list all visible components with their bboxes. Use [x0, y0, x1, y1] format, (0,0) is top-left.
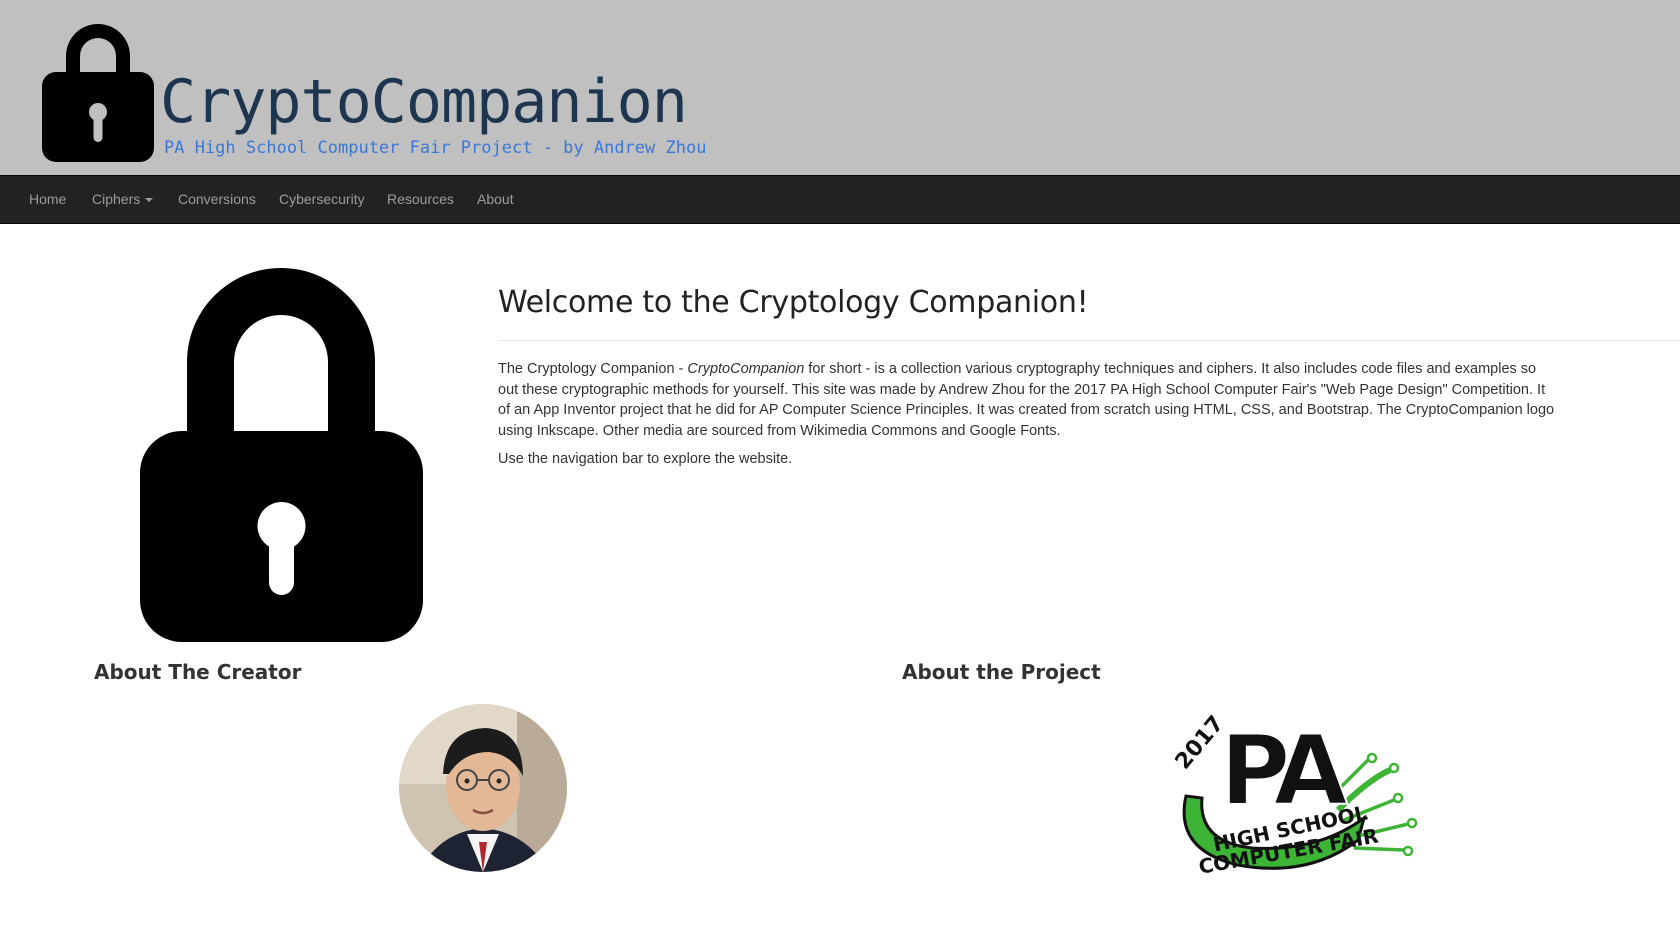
- intro-paragraph: The Cryptology Companion - CryptoCompani…: [498, 359, 1680, 442]
- nav-about-label: About: [477, 191, 514, 207]
- nav-ciphers-label: Ciphers: [92, 191, 141, 207]
- nav-resources[interactable]: Resources: [387, 191, 454, 207]
- nav-cybersecurity-label: Cybersecurity: [279, 191, 365, 207]
- nav-hint-text: Use the navigation bar to explore the we…: [498, 451, 793, 467]
- header-banner: CryptoCompanion PA High School Computer …: [0, 0, 1680, 175]
- intro-line4: using Inkscape. Other media are sourced …: [498, 423, 1061, 440]
- creator-photo: [399, 704, 567, 872]
- about-project-heading: About the Project: [902, 660, 1101, 684]
- pa-computer-fair-logo: 2017 PA HIGH SCHOOL COMPUTER FAIR: [1171, 711, 1418, 875]
- brand-title[interactable]: CryptoCompanion: [160, 62, 688, 142]
- brand-subtitle: PA High School Computer Fair Project - b…: [164, 138, 707, 158]
- intro-line1-pre: The Cryptology Companion -: [498, 361, 688, 377]
- main-navbar: Home Ciphers Conversions Cybersecurity R…: [0, 175, 1680, 224]
- nav-conversions-label: Conversions: [178, 191, 256, 207]
- nav-about[interactable]: About: [477, 191, 514, 207]
- nav-ciphers-dropdown[interactable]: Ciphers: [92, 191, 154, 207]
- nav-home[interactable]: Home: [29, 191, 66, 207]
- intro-line2: out these cryptographic methods for your…: [498, 381, 1546, 398]
- intro-line3: of an App Inventor project that he did f…: [498, 402, 1555, 419]
- nav-home-label: Home: [29, 191, 67, 207]
- intro-emphasis: CryptoCompanion: [687, 361, 805, 377]
- padlock-icon: [140, 268, 423, 642]
- about-creator-heading: About The Creator: [94, 660, 302, 684]
- nav-resources-label: Resources: [387, 191, 454, 207]
- intro-line1-post: for short - is a collection various cryp…: [804, 361, 1537, 377]
- padlock-icon[interactable]: [42, 12, 154, 162]
- title-divider: [498, 340, 1680, 341]
- nav-conversions[interactable]: Conversions: [178, 191, 256, 207]
- caret-down-icon: [145, 198, 154, 203]
- nav-cybersecurity[interactable]: Cybersecurity: [279, 191, 365, 207]
- page-title: Welcome to the Cryptology Companion!: [498, 285, 1089, 320]
- creator-avatar: [399, 704, 567, 872]
